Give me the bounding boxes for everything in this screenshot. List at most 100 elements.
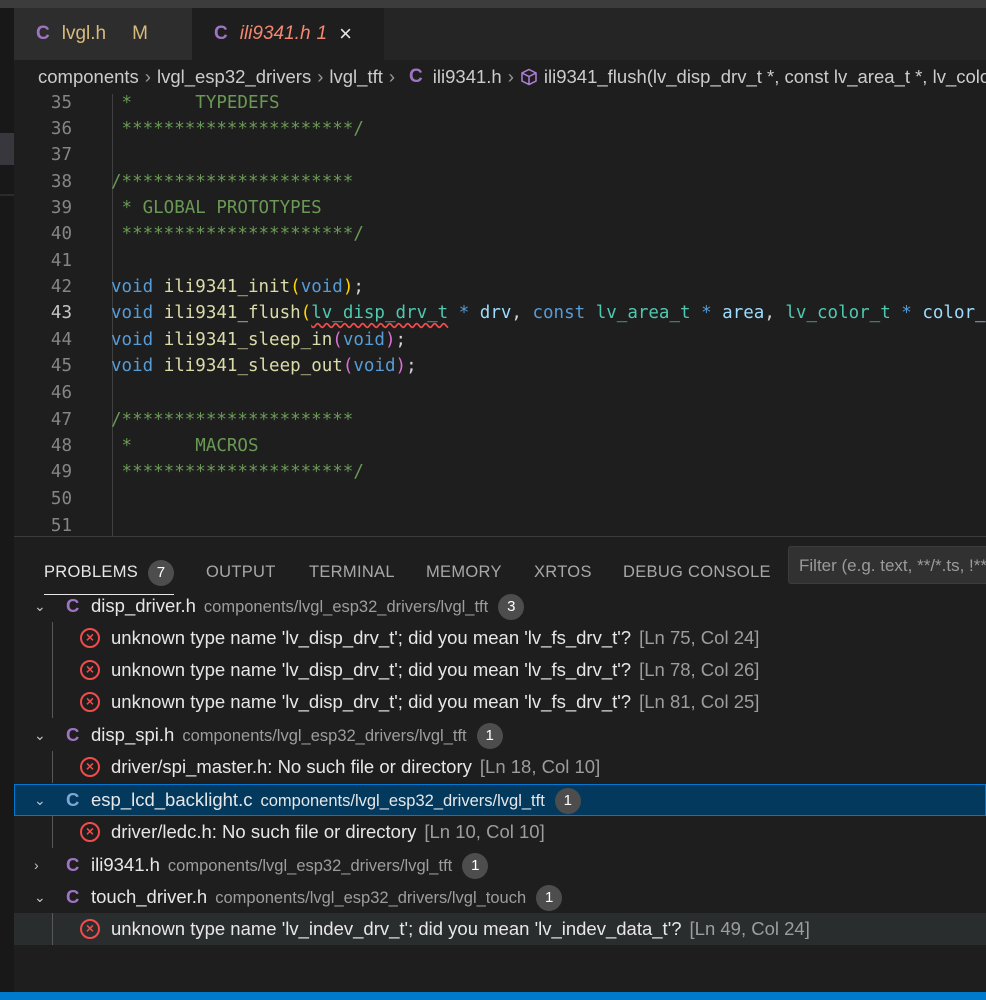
line-number: 35 <box>50 94 72 113</box>
problem-file-label: touch_driver.h components/lvgl_esp32_driv… <box>91 881 563 914</box>
tab-memory[interactable]: MEMORY <box>426 549 502 595</box>
tree-indent-guide <box>52 913 53 945</box>
problem-file-row[interactable]: ⌄ C disp_spi.h components/lvgl_esp32_driv… <box>14 719 986 751</box>
c-file-icon: C <box>66 595 80 616</box>
c-file-icon: C <box>66 886 80 907</box>
error-icon: × <box>80 919 100 939</box>
code-editor[interactable]: 35 * TYPEDEFS 36 **********************/… <box>14 94 986 536</box>
error-icon: × <box>80 757 100 777</box>
tab-lvgl-h[interactable]: C lvgl.h M <box>14 8 192 60</box>
problem-message: unknown type name 'lv_disp_drv_t'; did y… <box>111 659 760 680</box>
chevron-down-icon: ⌄ <box>34 889 46 905</box>
line-number: 50 <box>50 489 72 509</box>
line-number: 38 <box>50 172 72 192</box>
tab-problem-count: 1 <box>316 23 328 44</box>
tab-modified-badge: M <box>132 23 148 44</box>
error-icon: × <box>80 660 100 680</box>
code-text: void ili9341_flush(lv_disp_drv_t * drv, … <box>111 303 986 323</box>
c-file-icon: C <box>409 66 423 87</box>
tab-label: PROBLEMS <box>44 563 139 581</box>
breadcrumb-item[interactable]: lvgl_esp32_drivers <box>157 66 311 88</box>
problem-file-label: esp_lcd_backlight.c components/lvgl_esp32… <box>91 784 581 817</box>
line-number: 45 <box>50 356 72 376</box>
tab-label: lvgl.h <box>61 23 107 44</box>
cube-icon <box>520 68 538 86</box>
code-text: void ili9341_sleep_out(void); <box>111 356 417 376</box>
chevron-down-icon: ⌄ <box>34 598 46 614</box>
chevron-right-icon: › <box>34 857 39 873</box>
problem-file-label: disp_driver.h components/lvgl_esp32_drive… <box>91 590 525 623</box>
chevron-down-icon: ⌄ <box>34 792 46 808</box>
sidebar-edge-highlight <box>0 133 14 165</box>
line-number: 44 <box>50 330 72 350</box>
sidebar-edge-divider <box>0 194 14 196</box>
line-number: 37 <box>50 145 72 165</box>
code-text: /********************** <box>111 172 354 192</box>
code-text: **********************/ <box>111 462 364 482</box>
line-number: 47 <box>50 410 72 430</box>
problem-count-badge: 7 <box>148 559 175 586</box>
code-text: void ili9341_sleep_in(void); <box>111 330 407 350</box>
tab-terminal[interactable]: TERMINAL <box>309 549 395 595</box>
problem-row[interactable]: × driver/ledc.h: No such file or directo… <box>14 816 986 848</box>
tab-debug-console[interactable]: DEBUG CONSOLE <box>623 549 771 595</box>
problem-row[interactable]: × unknown type name 'lv_disp_drv_t'; did… <box>14 654 986 686</box>
window-top-strip <box>0 0 986 8</box>
line-number: 36 <box>50 119 72 139</box>
line-number: 42 <box>50 277 72 297</box>
close-icon[interactable]: × <box>339 21 352 47</box>
problem-file-label: ili9341.h components/lvgl_esp32_drivers/l… <box>91 849 489 882</box>
tab-label: ili9341.h <box>239 23 311 44</box>
breadcrumb-item[interactable]: components <box>38 66 139 88</box>
line-number: 48 <box>50 436 72 456</box>
line-number: 41 <box>50 251 72 271</box>
problems-panel: PROBLEMS 7 OUTPUT TERMINAL MEMORY XRTOS D… <box>14 537 986 992</box>
problem-row[interactable]: × driver/spi_master.h: No such file or d… <box>14 751 986 783</box>
problem-row[interactable]: × unknown type name 'lv_disp_drv_t'; did… <box>14 686 986 718</box>
error-icon: × <box>80 822 100 842</box>
problem-row[interactable]: × unknown type name 'lv_disp_drv_t'; did… <box>14 622 986 654</box>
chevron-right-icon: › <box>507 66 514 87</box>
line-number: 39 <box>50 198 72 218</box>
problem-file-row[interactable]: ⌄ C touch_driver.h components/lvgl_esp32_… <box>14 881 986 913</box>
chevron-down-icon: ⌄ <box>34 727 46 743</box>
c-file-icon: C <box>36 23 50 44</box>
code-text: void ili9341_init(void); <box>111 277 364 297</box>
c-file-icon: C <box>66 724 80 745</box>
problem-file-row[interactable]: ⌄ C disp_driver.h components/lvgl_esp32_d… <box>14 590 986 622</box>
problem-file-row[interactable]: › C ili9341.h components/lvgl_esp32_drive… <box>14 849 986 881</box>
code-text: /********************** <box>111 410 354 430</box>
c-file-icon: C <box>214 23 228 44</box>
problem-message: unknown type name 'lv_indev_drv_t'; did … <box>111 918 810 939</box>
c-file-icon: C <box>66 789 80 810</box>
chevron-right-icon: › <box>317 66 324 87</box>
problem-file-label: disp_spi.h components/lvgl_esp32_drivers/… <box>91 719 503 752</box>
problem-row[interactable]: × unknown type name 'lv_indev_drv_t'; di… <box>14 913 986 945</box>
code-text: * GLOBAL PROTOTYPES <box>111 198 322 218</box>
problem-message: driver/spi_master.h: No such file or dir… <box>111 756 601 777</box>
code-text: * MACROS <box>111 436 259 456</box>
code-text: **********************/ <box>111 119 364 139</box>
chevron-right-icon: › <box>144 66 151 87</box>
error-icon: × <box>80 628 100 648</box>
tab-output[interactable]: OUTPUT <box>206 549 276 595</box>
code-text: **********************/ <box>111 224 364 244</box>
problem-file-row-selected[interactable]: ⌄ C esp_lcd_backlight.c components/lvgl_e… <box>14 784 986 816</box>
line-number: 51 <box>50 516 72 536</box>
breadcrumb-item[interactable]: ili9341.h <box>433 66 502 88</box>
breadcrumb-item[interactable]: ili9341_flush(lv_disp_drv_t *, const lv_… <box>544 66 986 88</box>
line-number: 40 <box>50 224 72 244</box>
line-number: 49 <box>50 462 72 482</box>
error-squiggle: lv_disp_drv_t <box>311 303 449 323</box>
sidebar-edge <box>0 8 14 994</box>
line-number: 43 <box>50 303 72 323</box>
breadcrumb-item[interactable]: lvgl_tft <box>329 66 382 88</box>
tab-ili9341-h[interactable]: C ili9341.h 1 × <box>192 8 384 60</box>
tab-problems[interactable]: PROBLEMS 7 <box>44 549 175 595</box>
problems-filter-input[interactable]: Filter (e.g. text, **/*.ts, !**/node_mod… <box>788 546 986 584</box>
c-file-icon: C <box>66 854 80 875</box>
tab-xrtos[interactable]: XRTOS <box>534 549 592 595</box>
error-icon: × <box>80 692 100 712</box>
chevron-right-icon: › <box>388 66 396 87</box>
problem-message: unknown type name 'lv_disp_drv_t'; did y… <box>111 691 760 712</box>
